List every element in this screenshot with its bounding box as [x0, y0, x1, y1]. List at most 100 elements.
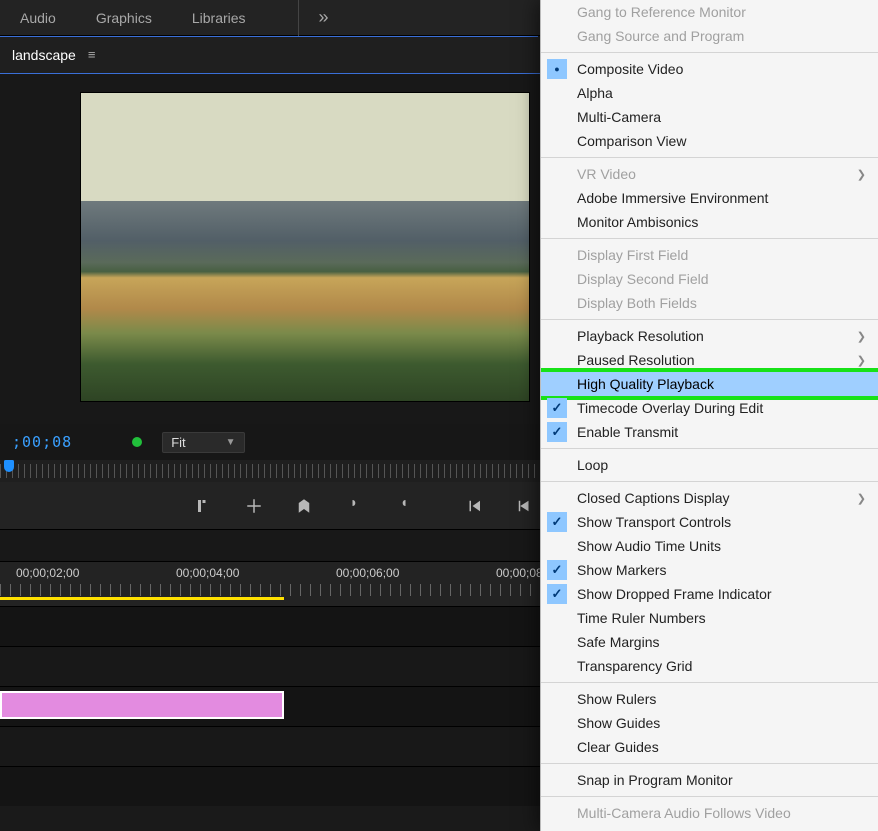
step-back-button[interactable] — [513, 495, 535, 517]
menu-separator — [541, 319, 878, 320]
menu-item-show-audio-time-units[interactable]: Show Audio Time Units — [541, 534, 878, 558]
menu-item-label: Closed Captions Display — [577, 490, 730, 506]
current-timecode[interactable]: ;00;08 — [12, 433, 72, 451]
menu-audio[interactable]: Audio — [0, 10, 76, 26]
go-to-in-button[interactable] — [463, 495, 485, 517]
menu-item-label: Show Audio Time Units — [577, 538, 721, 554]
ruler-label: 00;00;04;00 — [176, 566, 239, 580]
submenu-arrow-icon: ❯ — [857, 492, 866, 505]
zoom-fit-select[interactable]: Fit ▼ — [162, 432, 244, 453]
menu-item-label: Monitor Ambisonics — [577, 214, 698, 230]
work-area-bar[interactable] — [0, 597, 284, 600]
menu-item-show-dropped-frame-indicator[interactable]: Show Dropped Frame Indicator — [541, 582, 878, 606]
video-clip[interactable] — [0, 691, 284, 719]
menu-libraries[interactable]: Libraries — [172, 10, 266, 26]
menu-item-monitor-ambisonics[interactable]: Monitor Ambisonics — [541, 210, 878, 234]
menu-separator — [541, 238, 878, 239]
menu-item-label: Show Dropped Frame Indicator — [577, 586, 772, 602]
menu-item-label: Display First Field — [577, 247, 688, 263]
menu-item-label: VR Video — [577, 166, 636, 182]
menu-item-label: Gang to Reference Monitor — [577, 4, 746, 20]
menu-graphics[interactable]: Graphics — [76, 10, 172, 26]
menu-item-playback-resolution[interactable]: Playback Resolution ❯ — [541, 324, 878, 348]
menu-item-adobe-immersive-environment[interactable]: Adobe Immersive Environment — [541, 186, 878, 210]
menu-item-paused-resolution[interactable]: Paused Resolution ❯ — [541, 348, 878, 372]
menu-item-comparison-view[interactable]: Comparison View — [541, 129, 878, 153]
menu-separator — [541, 52, 878, 53]
menu-item-label: Timecode Overlay During Edit — [577, 400, 763, 416]
ruler-label: 00;00;02;00 — [16, 566, 79, 580]
video-preview[interactable] — [80, 92, 530, 402]
menu-item-display-both-fields: Display Both Fields — [541, 291, 878, 315]
menu-separator — [541, 796, 878, 797]
checkmark-icon — [547, 584, 567, 604]
add-marker-button[interactable] — [193, 495, 215, 517]
menu-item-enable-transmit[interactable]: Enable Transmit — [541, 420, 878, 444]
snap-button[interactable] — [243, 495, 265, 517]
menu-more-icon[interactable]: » — [311, 7, 337, 28]
menu-item-gang-to-reference-monitor: Gang to Reference Monitor — [541, 0, 878, 24]
recording-indicator-icon — [132, 437, 142, 447]
chevron-down-icon: ▼ — [226, 437, 236, 448]
menu-item-high-quality-playback[interactable]: High Quality Playback — [541, 372, 878, 396]
menu-separator — [541, 682, 878, 683]
menu-item-show-transport-controls[interactable]: Show Transport Controls — [541, 510, 878, 534]
menu-item-display-second-field: Display Second Field — [541, 267, 878, 291]
menu-item-label: Paused Resolution — [577, 352, 695, 368]
menu-item-loop[interactable]: Loop — [541, 453, 878, 477]
submenu-arrow-icon: ❯ — [857, 330, 866, 343]
checkmark-icon — [547, 422, 567, 442]
checkmark-icon — [547, 398, 567, 418]
menu-item-label: Show Markers — [577, 562, 666, 578]
fit-label: Fit — [171, 435, 185, 450]
menu-item-clear-guides[interactable]: Clear Guides — [541, 735, 878, 759]
radio-check-icon — [547, 59, 567, 79]
menu-item-multi-camera[interactable]: Multi-Camera — [541, 105, 878, 129]
menu-item-timecode-overlay-during-edit[interactable]: Timecode Overlay During Edit — [541, 396, 878, 420]
menu-item-label: Composite Video — [577, 61, 683, 77]
menu-item-vr-video: VR Video ❯ — [541, 162, 878, 186]
menu-item-snap-in-program-monitor[interactable]: Snap in Program Monitor — [541, 768, 878, 792]
checkmark-icon — [547, 560, 567, 580]
menu-item-transparency-grid[interactable]: Transparency Grid — [541, 654, 878, 678]
menu-item-closed-captions-display[interactable]: Closed Captions Display ❯ — [541, 486, 878, 510]
menu-item-label: Multi-Camera — [577, 109, 661, 125]
menu-item-label: Display Second Field — [577, 271, 709, 287]
menu-item-label: Time Ruler Numbers — [577, 610, 706, 626]
ruler-label: 00;00;06;00 — [336, 566, 399, 580]
menu-item-label: Comparison View — [577, 133, 686, 149]
submenu-arrow-icon: ❯ — [857, 354, 866, 367]
menu-item-alpha[interactable]: Alpha — [541, 81, 878, 105]
menu-item-label: Show Rulers — [577, 691, 656, 707]
menu-item-label: Show Guides — [577, 715, 660, 731]
menu-divider — [298, 0, 299, 36]
menu-item-label: Gang Source and Program — [577, 28, 744, 44]
panel-menu-icon[interactable]: ≡ — [88, 48, 96, 61]
menu-item-label: Multi-Camera Audio Follows Video — [577, 805, 791, 821]
submenu-arrow-icon: ❯ — [857, 168, 866, 181]
playhead-icon[interactable] — [4, 460, 14, 472]
marker-icon-button[interactable] — [293, 495, 315, 517]
menu-item-label: Display Both Fields — [577, 295, 697, 311]
menu-item-label: Playback Resolution — [577, 328, 704, 344]
menu-item-time-ruler-numbers[interactable]: Time Ruler Numbers — [541, 606, 878, 630]
menu-separator — [541, 481, 878, 482]
menu-item-show-guides[interactable]: Show Guides — [541, 711, 878, 735]
menu-item-label: Adobe Immersive Environment — [577, 190, 768, 206]
menu-item-label: Transparency Grid — [577, 658, 692, 674]
menu-separator — [541, 763, 878, 764]
menu-item-label: Clear Guides — [577, 739, 659, 755]
mark-out-button[interactable] — [393, 495, 415, 517]
menu-item-gang-source-and-program: Gang Source and Program — [541, 24, 878, 48]
menu-separator — [541, 157, 878, 158]
menu-item-label: Safe Margins — [577, 634, 659, 650]
checkmark-icon — [547, 512, 567, 532]
menu-item-safe-margins[interactable]: Safe Margins — [541, 630, 878, 654]
menu-item-show-markers[interactable]: Show Markers — [541, 558, 878, 582]
mark-in-button[interactable] — [343, 495, 365, 517]
menu-item-composite-video[interactable]: Composite Video — [541, 57, 878, 81]
ruler-label: 00;00;08 — [496, 566, 543, 580]
menu-item-show-rulers[interactable]: Show Rulers — [541, 687, 878, 711]
menu-separator — [541, 448, 878, 449]
menu-item-label: Show Transport Controls — [577, 514, 731, 530]
